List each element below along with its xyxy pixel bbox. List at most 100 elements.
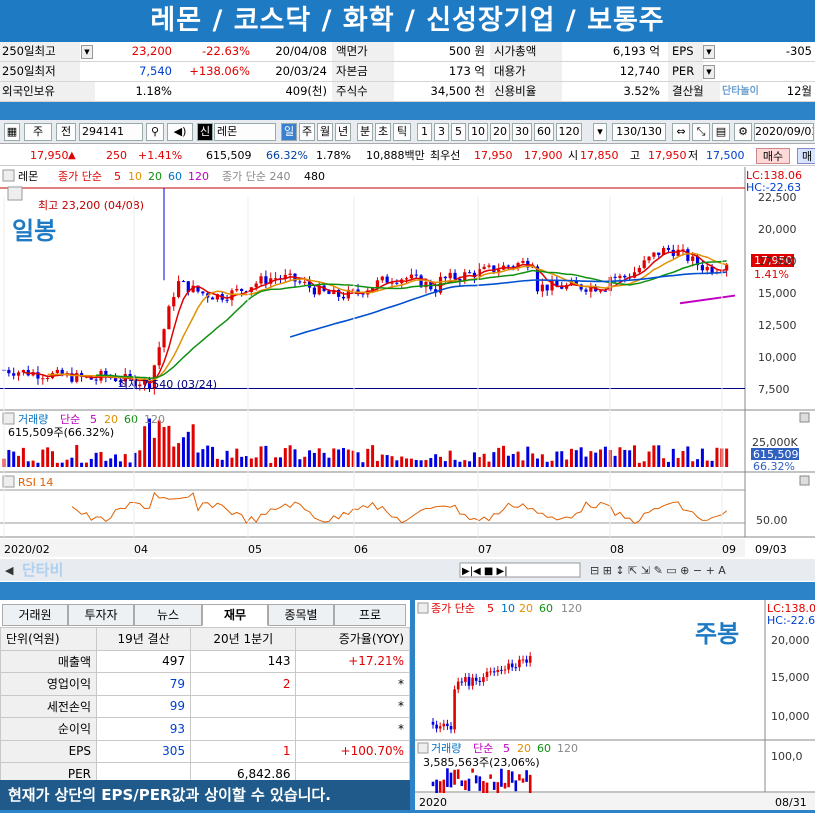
interval-3[interactable]: 3 — [434, 123, 449, 141]
interval-10[interactable]: 10 — [468, 123, 488, 141]
gear-icon[interactable]: ⚙ — [734, 123, 752, 141]
code-input[interactable]: 294141 — [79, 123, 143, 141]
week-volume-bar — [528, 774, 532, 794]
stock-info-panel: 250일최고 ▼ 23,200 -22.63% 20/04/08 액면가 500… — [0, 42, 815, 102]
x-end-date: 09/03 — [755, 543, 787, 556]
table-icon[interactable] — [7, 186, 23, 201]
tab-finance[interactable]: 재무 — [202, 604, 268, 626]
open-label: 시 — [568, 149, 579, 162]
dropdown-arrow-icon[interactable]: ▾ — [593, 123, 607, 141]
volume-bar — [715, 447, 719, 467]
volume-bar — [366, 448, 370, 467]
period-second[interactable]: 초 — [375, 123, 391, 141]
count-field[interactable]: 130/130 — [612, 123, 666, 141]
dropdown-arrow-icon[interactable]: ▼ — [81, 45, 93, 59]
period-minute[interactable]: 분 — [357, 123, 373, 141]
speaker-icon[interactable]: ◀) — [167, 123, 193, 141]
tab-program[interactable]: 프로 — [334, 604, 406, 626]
volume-bar — [235, 448, 239, 467]
volume-bar — [453, 459, 457, 467]
week-volume-bar — [500, 768, 503, 787]
interval-5[interactable]: 5 — [451, 123, 466, 141]
cell — [190, 694, 297, 718]
candle-body — [235, 288, 239, 291]
interval-120[interactable]: 120 — [556, 123, 582, 141]
dropdown-arrow-icon[interactable]: ▼ — [703, 45, 715, 59]
low-price: 7,540 — [139, 64, 172, 78]
interval-20[interactable]: 20 — [490, 123, 510, 141]
period-day[interactable]: 일 — [281, 123, 297, 141]
info-row-250-low: 250일최저 7,540 +138.06% 20/03/24 자본금 173 억… — [0, 62, 815, 82]
candle-body — [375, 280, 380, 288]
cell: 2 — [190, 672, 297, 696]
scroll-icon[interactable]: ⇔ — [672, 123, 690, 141]
date-field[interactable]: 2020/09/03 — [754, 123, 814, 141]
volume-bar — [157, 420, 161, 467]
tool-icons[interactable]: ⊟ ⊞ ↕ ⇱ ⇲ ✎ ▭ ⊕ − + A — [590, 564, 726, 577]
credit-value: 3.52% — [623, 84, 660, 98]
candle-body — [201, 291, 205, 294]
high-pct: -22.63% — [202, 44, 250, 58]
buy-button[interactable]: 매수 — [756, 148, 790, 164]
interval-1[interactable]: 1 — [417, 123, 432, 141]
legend-ma-label: 종가 단순 — [58, 170, 102, 183]
volume-bar — [414, 460, 418, 467]
search-icon[interactable]: ⚲ — [146, 123, 164, 141]
close-icon[interactable] — [799, 412, 810, 423]
volume-bar — [191, 424, 195, 467]
period-month[interactable]: 월 — [317, 123, 333, 141]
volume-bar — [565, 459, 569, 467]
indicator-icon[interactable]: ▤ — [712, 123, 730, 141]
volume-bar — [579, 447, 583, 467]
volume-bar — [317, 448, 321, 467]
volume-bar — [468, 461, 472, 467]
candle-body — [225, 299, 229, 301]
volume-bar — [230, 457, 234, 467]
market-select[interactable]: 주 — [24, 123, 52, 141]
sell-button[interactable]: 매 — [797, 148, 815, 164]
week-body — [503, 669, 507, 671]
candle-body — [487, 265, 491, 267]
volume-bar — [710, 460, 714, 467]
draw-icon[interactable]: ⤡ — [692, 123, 710, 141]
volume-bar — [361, 462, 365, 467]
period-tick[interactable]: 틱 — [393, 123, 411, 141]
all-button[interactable]: 전 — [56, 123, 76, 141]
volume-bar — [700, 448, 704, 467]
header-19: 19년 결산 — [96, 627, 192, 651]
scroll-left-icon[interactable]: ◀ — [5, 564, 14, 577]
tab-broker[interactable]: 거래원 — [2, 604, 68, 626]
week-body — [496, 669, 500, 673]
tab-news[interactable]: 뉴스 — [134, 604, 202, 626]
candle-body — [652, 252, 656, 257]
dropdown-arrow-icon[interactable]: ▼ — [703, 65, 715, 79]
high-note: 최고 23,200 (04/08) — [38, 199, 144, 212]
y-tick-label: 7,500 — [758, 383, 790, 396]
grid-icon[interactable] — [417, 742, 429, 754]
tab-investor[interactable]: 투자자 — [68, 604, 134, 626]
label-250-low: 250일최저 — [0, 62, 80, 81]
candle-body — [613, 276, 617, 278]
grid-icon[interactable] — [2, 169, 15, 182]
grid-icon[interactable] — [417, 602, 429, 614]
interval-30[interactable]: 30 — [512, 123, 532, 141]
volume-bar — [599, 449, 603, 467]
tab-by-stock[interactable]: 종목별 — [268, 604, 334, 626]
interval-60[interactable]: 60 — [534, 123, 554, 141]
volume-bar — [259, 446, 263, 467]
period-year[interactable]: 년 — [335, 123, 351, 141]
grid-icon[interactable] — [2, 475, 15, 488]
candle-body — [341, 296, 346, 299]
grid-icon[interactable]: ▦ — [4, 123, 20, 141]
period-week[interactable]: 주 — [299, 123, 315, 141]
chart-tab[interactable]: 레몬 — [18, 170, 38, 183]
nav-controls-icon[interactable]: ▶|◀ ■ ▶| — [462, 566, 508, 577]
week-body — [478, 680, 482, 682]
close-icon[interactable] — [799, 475, 810, 486]
stock-name-field[interactable]: 레몬 — [214, 123, 276, 141]
label-250-high: 250일최고 — [0, 42, 80, 61]
grid-icon[interactable] — [2, 412, 15, 425]
volume-bar — [409, 458, 413, 467]
week-ytick: 15,000 — [771, 671, 810, 684]
week-volume-bar — [492, 781, 496, 790]
